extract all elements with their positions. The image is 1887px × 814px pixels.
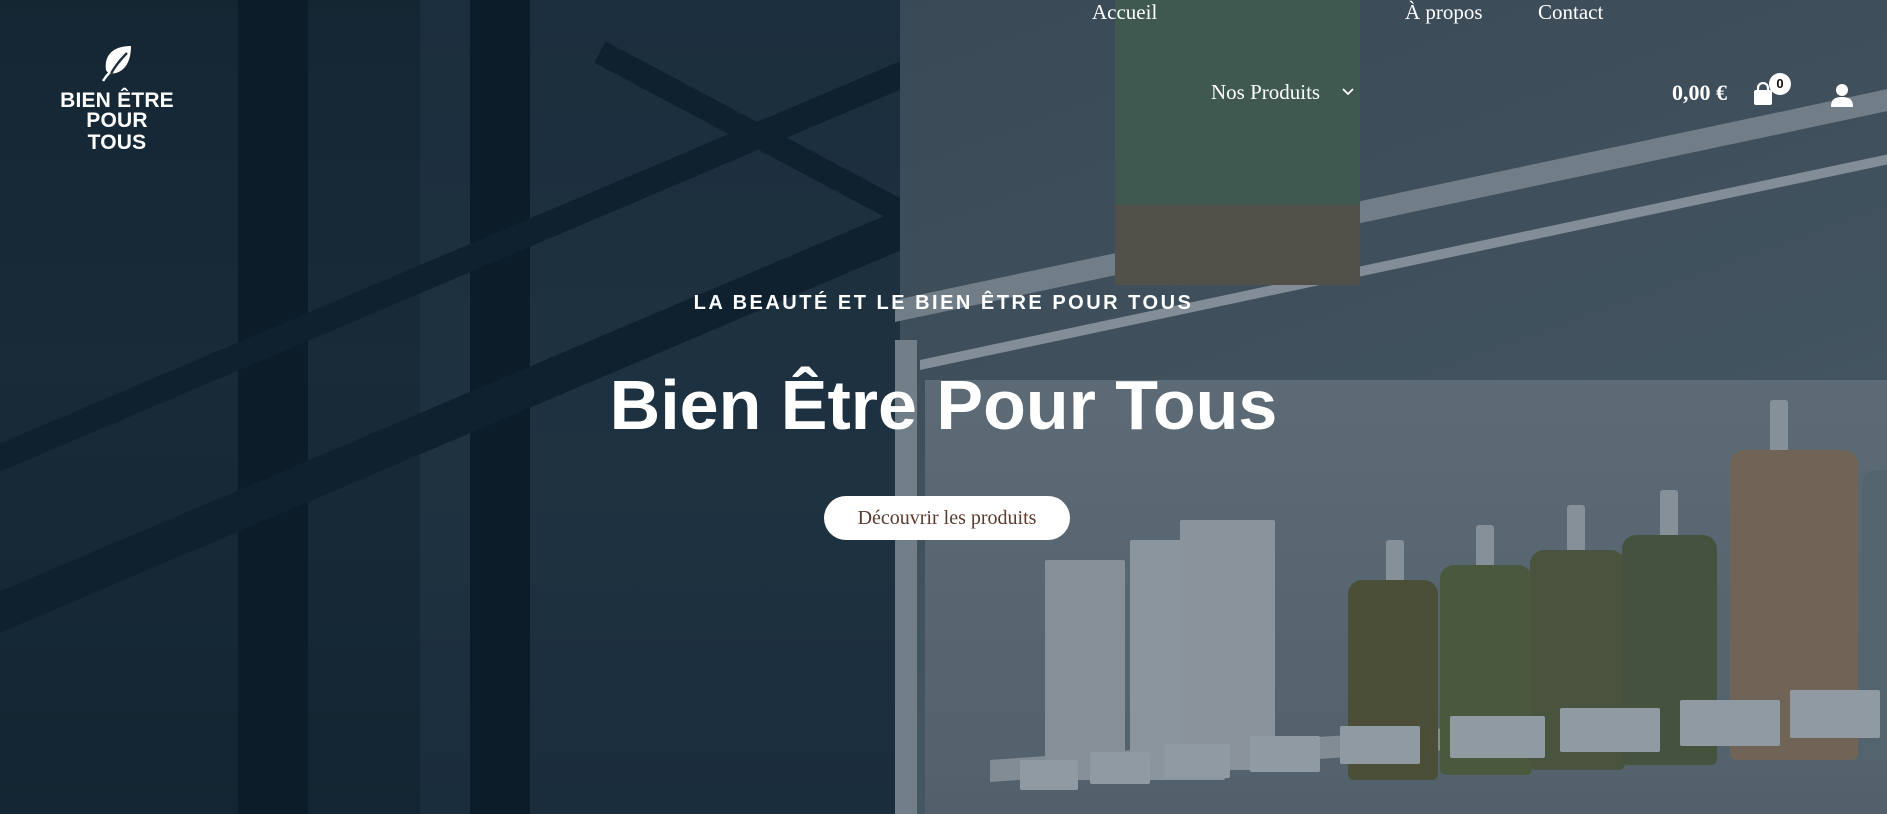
user-icon[interactable]	[1831, 83, 1853, 107]
nav-item-nos-produits-label: Nos Produits	[1211, 80, 1321, 104]
chevron-down-icon	[1342, 88, 1354, 96]
nav-item-contact[interactable]: Contact	[1538, 0, 1603, 30]
cart-count-badge: 0	[1769, 73, 1791, 95]
nav-item-accueil[interactable]: Accueil	[1092, 0, 1157, 30]
logo-text-line2: POUR TOUS	[86, 109, 148, 154]
hero-section: BIEN ÊTRE POUR TOUS Accueil Nos Produits…	[0, 0, 1887, 814]
hero-eyebrow: LA BEAUTÉ ET LE BIEN ÊTRE POUR TOUS	[693, 292, 1194, 314]
site-logo[interactable]: BIEN ÊTRE POUR TOUS	[60, 44, 174, 154]
nav-item-a-propos[interactable]: À propos	[1405, 0, 1483, 30]
leaf-icon	[101, 46, 131, 82]
discover-products-button[interactable]: Découvrir les produits	[824, 496, 1070, 540]
cart-total[interactable]: 0,00 €	[1672, 80, 1727, 106]
hero-title: Bien Être Pour Tous	[609, 366, 1278, 444]
